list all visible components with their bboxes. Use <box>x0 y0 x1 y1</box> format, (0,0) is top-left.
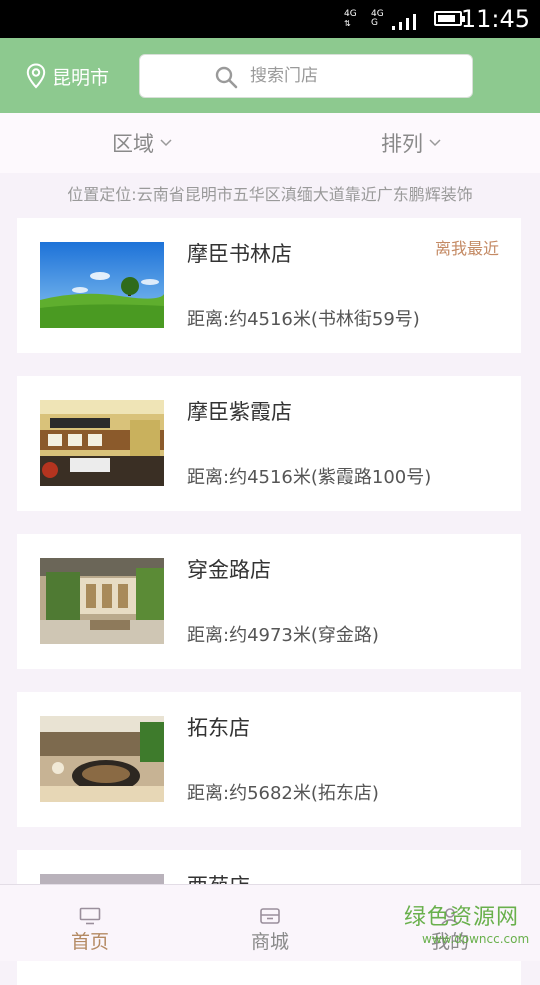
sort-filter-label: 排列 <box>381 132 423 156</box>
filter-bar: 区域 排列 <box>0 113 540 173</box>
tab-home-label: 首页 <box>70 931 109 953</box>
city-label: 昆明市 <box>52 66 110 89</box>
location-pin-icon <box>26 63 46 89</box>
store-card[interactable]: 摩臣书林店 离我最近 距离:约4516米(书林街59号) <box>17 218 521 353</box>
region-filter[interactable]: 区域 <box>112 129 172 157</box>
bottom-tab-bar: 首页 商城 我的 <box>0 884 540 961</box>
search-input[interactable]: 搜索门店 <box>139 54 473 98</box>
sort-filter[interactable]: 排列 <box>381 129 441 157</box>
store-card[interactable]: 摩臣紫霞店 距离:约4516米(紫霞路100号) <box>17 376 521 511</box>
tab-shop[interactable]: 商城 <box>180 885 360 961</box>
tab-mine-label: 我的 <box>430 931 469 953</box>
store-name: 摩臣紫霞店 <box>187 400 292 424</box>
tab-shop-label: 商城 <box>250 931 289 953</box>
store-thumbnail <box>40 242 164 328</box>
search-placeholder: 搜索门店 <box>250 66 318 86</box>
status-time: 11:45 <box>460 5 530 33</box>
network-indicator-1: 4G ⇅ <box>344 9 357 29</box>
city-selector[interactable]: 昆明市 <box>26 62 109 90</box>
status-bar: 4G ⇅ 4G G 11:45 <box>0 0 540 38</box>
tab-home[interactable]: 首页 <box>0 885 180 961</box>
store-name: 摩臣书林店 <box>187 242 292 266</box>
network-indicator-2: 4G G <box>371 9 384 28</box>
store-thumbnail <box>40 558 164 644</box>
chevron-down-icon <box>160 139 172 147</box>
store-distance: 距离:约4516米(书林街59号) <box>187 309 420 330</box>
chevron-down-icon <box>429 139 441 147</box>
nearest-badge: 离我最近 <box>434 239 499 258</box>
signal-icon <box>392 12 416 30</box>
store-distance: 距离:约4973米(穿金路) <box>187 625 379 646</box>
shop-icon <box>260 908 280 924</box>
tab-mine[interactable]: 我的 <box>360 885 540 961</box>
store-name: 穿金路店 <box>187 558 271 582</box>
search-icon <box>215 66 238 89</box>
store-card[interactable]: 穿金路店 距离:约4973米(穿金路) <box>17 534 521 669</box>
user-icon <box>441 908 459 925</box>
store-thumbnail <box>40 400 164 486</box>
store-name: 拓东店 <box>187 716 250 740</box>
store-thumbnail <box>40 716 164 802</box>
current-location-text: 位置定位:云南省昆明市五华区滇缅大道靠近广东鹏辉装饰 <box>67 185 473 204</box>
app-header: 昆明市 搜索门店 <box>0 38 540 113</box>
store-distance: 距离:约5682米(拓东店) <box>187 783 379 804</box>
store-distance: 距离:约4516米(紫霞路100号) <box>187 467 432 488</box>
store-card[interactable]: 拓东店 距离:约5682米(拓东店) <box>17 692 521 827</box>
monitor-icon <box>79 907 101 925</box>
region-filter-label: 区域 <box>112 132 154 156</box>
battery-icon <box>434 11 465 26</box>
